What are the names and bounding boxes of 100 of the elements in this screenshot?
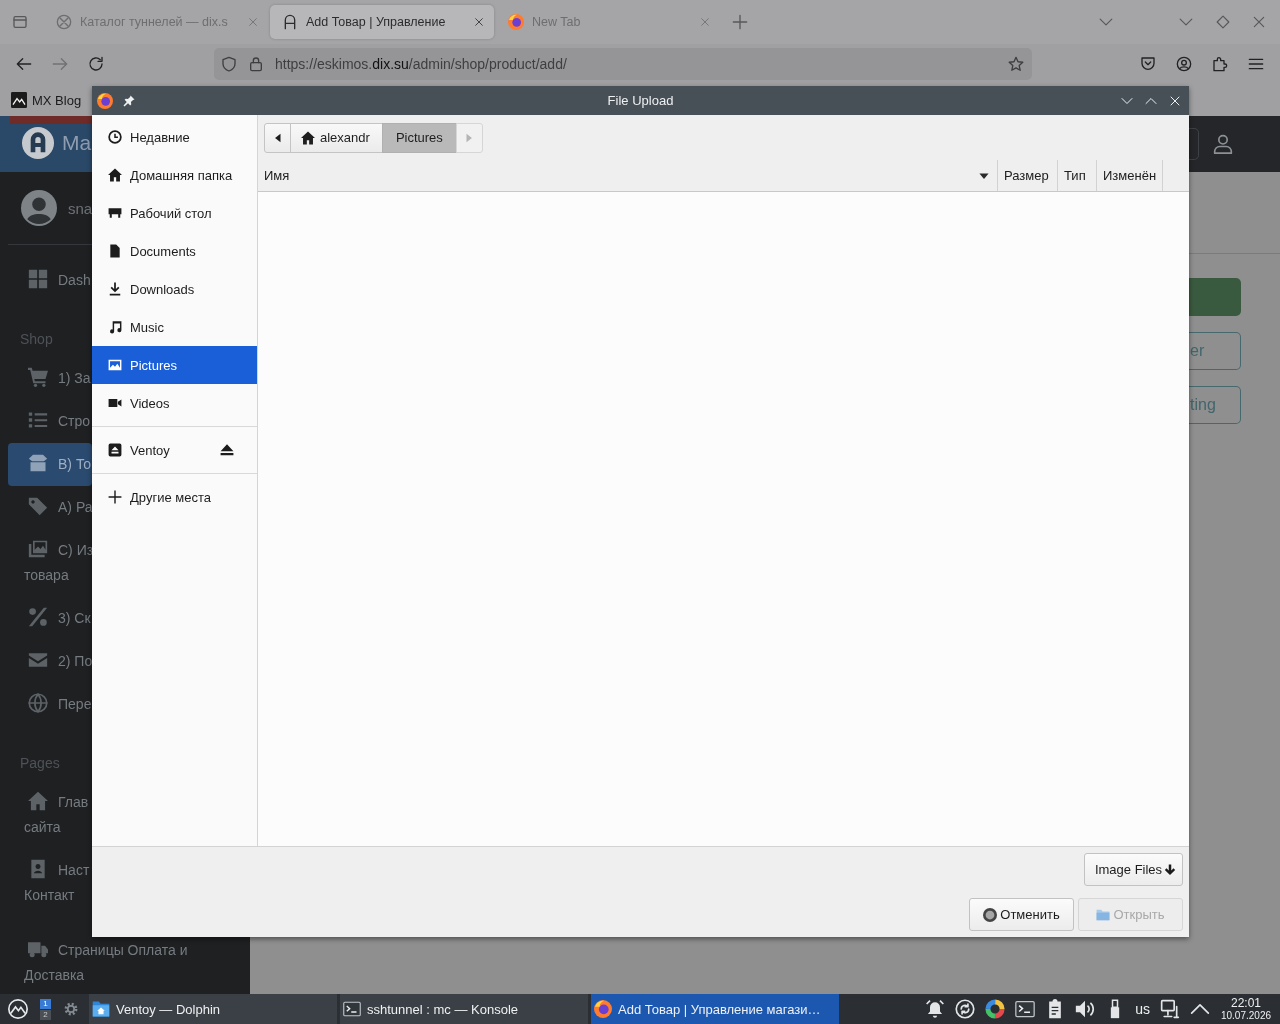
dialog-title: File Upload	[607, 93, 674, 108]
tag-icon	[28, 496, 48, 516]
place-item[interactable]: Домашняя папка	[92, 156, 257, 194]
place-item[interactable]: Videos	[92, 384, 257, 422]
star-icon[interactable]	[1008, 56, 1024, 72]
close-icon[interactable]	[1169, 94, 1181, 107]
place-item[interactable]: Downloads	[92, 270, 257, 308]
home-icon	[28, 791, 48, 811]
mountain-icon	[11, 92, 27, 108]
sync-icon[interactable]	[955, 999, 976, 1019]
menu-link[interactable]: В) То	[8, 443, 92, 486]
music-note-icon	[108, 320, 122, 334]
browser-logo-icon	[508, 14, 524, 30]
browser-logo-icon	[97, 92, 113, 109]
column-header[interactable]: Имя	[258, 160, 998, 191]
reload-icon[interactable]	[88, 56, 104, 72]
grid-icon	[28, 269, 48, 289]
brand-name[interactable]: Ma	[62, 131, 92, 155]
menu-link[interactable]: 2) По	[8, 640, 93, 683]
home-icon	[108, 168, 122, 182]
place-item[interactable]: Music	[92, 308, 257, 346]
filter-dropdown[interactable]: Image Files	[1084, 853, 1183, 886]
path-back-button[interactable]	[264, 122, 291, 153]
download-icon	[108, 282, 122, 296]
desk-icon	[108, 206, 122, 220]
document-icon	[108, 244, 122, 258]
keyboard-layout[interactable]: us	[1135, 1001, 1150, 1017]
cancel-button[interactable]: Отменить	[969, 898, 1074, 931]
contact-card-icon	[28, 859, 48, 879]
path-button[interactable]: alexandr	[290, 122, 383, 153]
place-item[interactable]: Другие места	[92, 478, 257, 516]
gear-icon[interactable]	[64, 1002, 78, 1016]
folder-icon	[92, 1000, 110, 1018]
task-button[interactable]: sshtunnel : mc — Konsole	[340, 994, 588, 1024]
list-icon	[28, 410, 48, 430]
color-wheel-icon[interactable]	[985, 999, 1006, 1019]
eject-icon[interactable]	[220, 443, 234, 457]
address-field[interactable]: https://eskimos.dix.su/admin/shop/product/add/	[214, 48, 1032, 80]
globe-icon	[28, 693, 48, 713]
truck-icon	[28, 939, 48, 959]
menu-link[interactable]: 3) Ск	[8, 597, 92, 640]
menu-link[interactable]: С) Из товара	[8, 529, 94, 597]
monitor-icon[interactable]	[1160, 999, 1180, 1019]
pin-icon[interactable]	[123, 94, 135, 107]
close-icon[interactable]	[474, 17, 484, 27]
menu-icon[interactable]	[1248, 56, 1264, 72]
puzzle-icon[interactable]	[1212, 56, 1228, 72]
avatar-icon	[21, 190, 57, 226]
column-header[interactable]: Изменён	[1097, 160, 1163, 191]
diamond-icon[interactable]	[1216, 15, 1230, 29]
clock-date[interactable]: 10.07.2026	[1220, 1011, 1272, 1021]
logo-icon[interactable]	[22, 127, 54, 159]
place-item[interactable]: Недавние	[92, 118, 257, 156]
drive-icon	[108, 443, 122, 457]
clock-icon	[108, 130, 122, 144]
plus-icon	[108, 490, 122, 504]
cart-icon	[28, 367, 48, 387]
menu-link[interactable]: Глав сайта	[8, 781, 92, 849]
home-icon	[301, 130, 315, 145]
alarm-bell-icon[interactable]	[925, 999, 946, 1019]
images-icon	[28, 539, 48, 559]
user-name[interactable]: sna	[68, 199, 93, 217]
clock-time[interactable]: 22:01	[1231, 997, 1261, 1009]
browser-logo-icon	[594, 1000, 612, 1018]
shield-chevron-icon[interactable]	[1140, 56, 1156, 72]
place-item[interactable]: Documents	[92, 232, 257, 270]
menu-link[interactable]: Пере	[8, 683, 92, 726]
place-item[interactable]: Pictures	[92, 346, 257, 384]
place-item[interactable]: Рабочий стол	[92, 194, 257, 232]
image-icon	[108, 358, 122, 372]
tab-list-icon[interactable]	[12, 14, 28, 30]
path-button[interactable]: Pictures	[381, 122, 457, 153]
account-icon[interactable]	[1176, 56, 1192, 72]
task-button[interactable]: Ventoy — Dolphin	[89, 994, 337, 1024]
desktop-button[interactable]: 2	[40, 1009, 51, 1020]
back-icon[interactable]	[16, 56, 32, 72]
desktop-button[interactable]: 1	[40, 998, 51, 1009]
task-button[interactable]: Add Товар | Управление магази…	[591, 994, 839, 1024]
folder-icon	[1096, 907, 1111, 922]
menu-link[interactable]: 1) За	[8, 357, 92, 400]
record-icon	[983, 907, 998, 922]
menu-link[interactable]: Стро	[8, 400, 92, 443]
column-header[interactable]: Тип	[1058, 160, 1097, 191]
box-icon	[28, 453, 48, 473]
browser-tab[interactable]: Add Товар | Управление	[270, 5, 494, 39]
down-arrow-icon	[1164, 863, 1177, 876]
terminal-icon[interactable]	[1015, 999, 1036, 1019]
bookmark-link[interactable]: MX Blog	[11, 92, 82, 108]
speaker-icon[interactable]	[1075, 999, 1096, 1019]
lock-icon[interactable]	[248, 56, 264, 72]
shield-icon[interactable]	[221, 56, 237, 72]
mountain-logo-icon[interactable]	[8, 999, 28, 1019]
menu-link[interactable]: А) Ра	[8, 486, 93, 529]
user-icon[interactable]	[1213, 134, 1233, 154]
crossed-circle-icon	[56, 14, 72, 30]
column-header[interactable]: Размер	[998, 160, 1058, 191]
place-item[interactable]: Ventoy	[92, 431, 257, 469]
terminal-icon	[343, 1000, 361, 1018]
menu-link[interactable]: Наст Контакт	[8, 849, 92, 917]
menu-link[interactable]: Dash	[8, 259, 92, 302]
